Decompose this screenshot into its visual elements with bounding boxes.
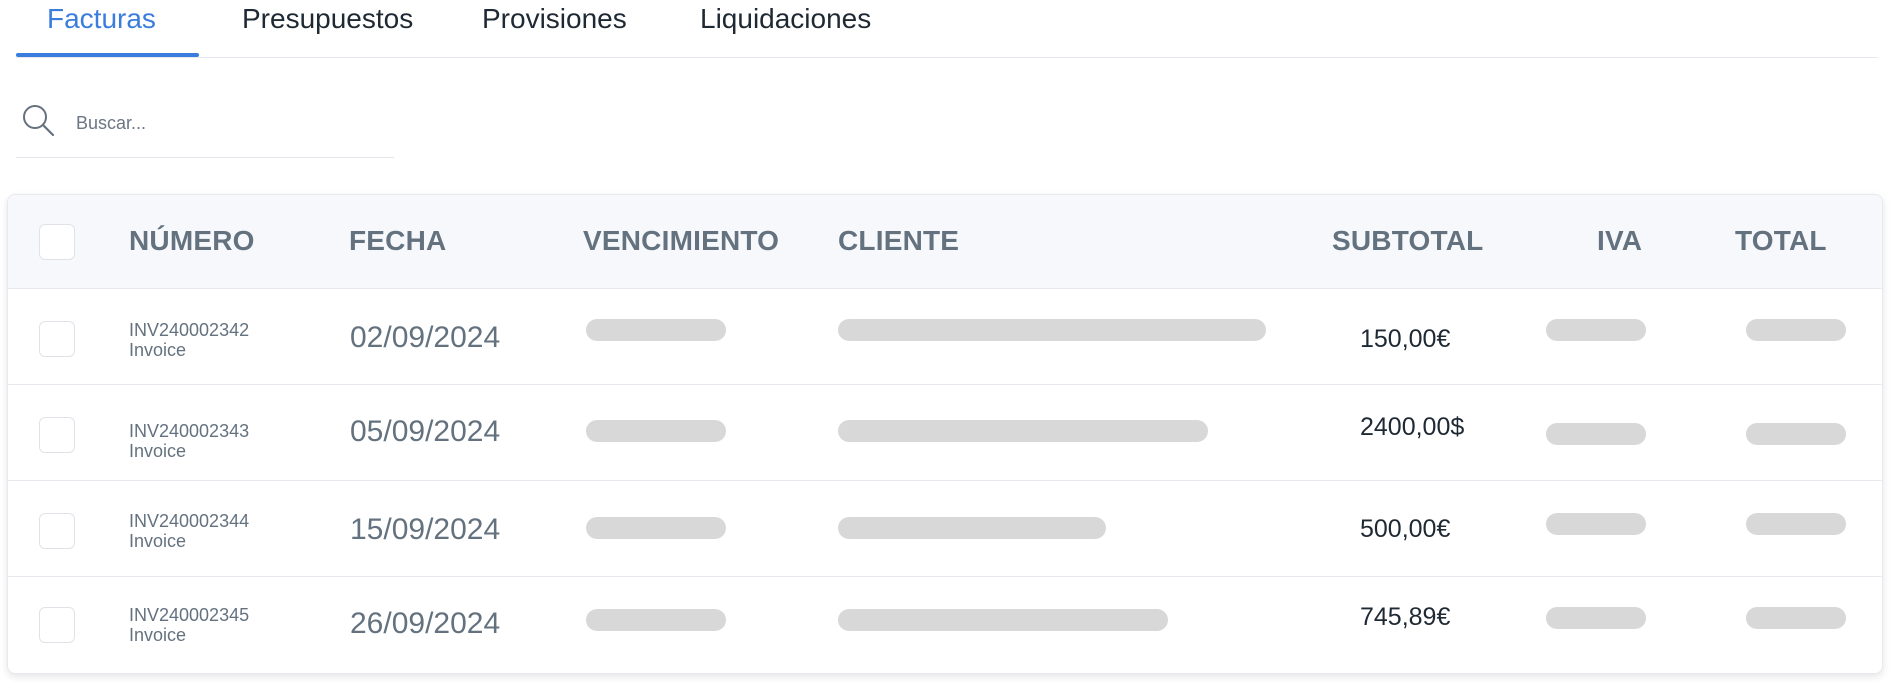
subtotal-cell: 150,00€ — [1360, 325, 1451, 353]
cliente-skeleton — [838, 609, 1168, 631]
tab-presupuestos[interactable]: Presupuestos — [242, 0, 413, 58]
invoice-number-cell: INV240002345 Invoice — [129, 605, 249, 645]
table-row[interactable]: INV240002342 Invoice 02/09/2024 150,00€ — [8, 289, 1882, 385]
table-header: NÚMERO FECHA VENCIMIENTO CLIENTE SUBTOTA… — [8, 195, 1882, 289]
column-numero[interactable]: NÚMERO — [129, 225, 255, 257]
select-all-checkbox[interactable] — [39, 224, 75, 260]
total-skeleton — [1746, 423, 1846, 445]
column-iva[interactable]: IVA — [1597, 225, 1642, 257]
tab-liquidaciones[interactable]: Liquidaciones — [700, 0, 871, 58]
invoice-number: INV240002343 — [129, 421, 250, 441]
subtotal-cell: 2400,00$ — [1360, 413, 1465, 441]
row-checkbox[interactable] — [39, 417, 75, 453]
vencimiento-skeleton — [586, 420, 726, 442]
invoice-number: INV240002342 — [129, 320, 250, 340]
tab-bar: Facturas Presupuestos Provisiones Liquid… — [16, 0, 1878, 58]
cliente-skeleton — [838, 319, 1266, 341]
search-icon[interactable] — [20, 102, 56, 138]
iva-skeleton — [1546, 319, 1646, 341]
subtotal-cell: 500,00€ — [1360, 515, 1451, 543]
invoice-number-cell: INV240002344 Invoice — [129, 511, 249, 551]
invoice-type: Invoice — [129, 441, 187, 461]
invoice-number: INV240002345 — [129, 605, 250, 625]
table-row[interactable]: INV240002344 Invoice 15/09/2024 500,00€ — [8, 481, 1882, 577]
table-row[interactable]: INV240002343 Invoice 05/09/2024 2400,00$ — [8, 385, 1882, 481]
row-checkbox[interactable] — [39, 321, 75, 357]
invoice-number: INV240002344 — [129, 511, 250, 531]
column-vencimiento[interactable]: VENCIMIENTO — [583, 225, 779, 257]
invoice-type: Invoice — [129, 340, 187, 360]
row-checkbox[interactable] — [39, 513, 75, 549]
row-checkbox[interactable] — [39, 607, 75, 643]
invoice-type: Invoice — [129, 625, 187, 645]
fecha-cell: 05/09/2024 — [350, 415, 501, 448]
column-fecha[interactable]: FECHA — [349, 225, 446, 257]
cliente-skeleton — [838, 517, 1106, 539]
invoices-table: NÚMERO FECHA VENCIMIENTO CLIENTE SUBTOTA… — [7, 194, 1883, 674]
vencimiento-skeleton — [586, 609, 726, 631]
tab-facturas[interactable]: Facturas — [47, 0, 156, 58]
fecha-cell: 15/09/2024 — [350, 513, 501, 546]
search-bar — [16, 98, 394, 158]
tab-provisiones[interactable]: Provisiones — [482, 0, 627, 58]
vencimiento-skeleton — [586, 517, 726, 539]
invoice-number-cell: INV240002343 Invoice — [129, 421, 249, 461]
invoice-number-cell: INV240002342 Invoice — [129, 320, 249, 360]
fecha-cell: 26/09/2024 — [350, 607, 501, 640]
fecha-cell: 02/09/2024 — [350, 321, 501, 354]
column-cliente[interactable]: CLIENTE — [838, 225, 959, 257]
iva-skeleton — [1546, 423, 1646, 445]
iva-skeleton — [1546, 607, 1646, 629]
column-total[interactable]: TOTAL — [1735, 225, 1827, 257]
total-skeleton — [1746, 607, 1846, 629]
iva-skeleton — [1546, 513, 1646, 535]
vencimiento-skeleton — [586, 319, 726, 341]
total-skeleton — [1746, 319, 1846, 341]
total-skeleton — [1746, 513, 1846, 535]
search-input[interactable] — [76, 106, 376, 140]
cliente-skeleton — [838, 420, 1208, 442]
subtotal-cell: 745,89€ — [1360, 603, 1451, 631]
invoice-type: Invoice — [129, 531, 187, 551]
table-row[interactable]: INV240002345 Invoice 26/09/2024 745,89€ — [8, 577, 1882, 673]
active-tab-indicator — [16, 53, 199, 57]
invoices-page: Facturas Presupuestos Provisiones Liquid… — [0, 0, 1894, 690]
column-subtotal[interactable]: SUBTOTAL — [1332, 225, 1483, 257]
